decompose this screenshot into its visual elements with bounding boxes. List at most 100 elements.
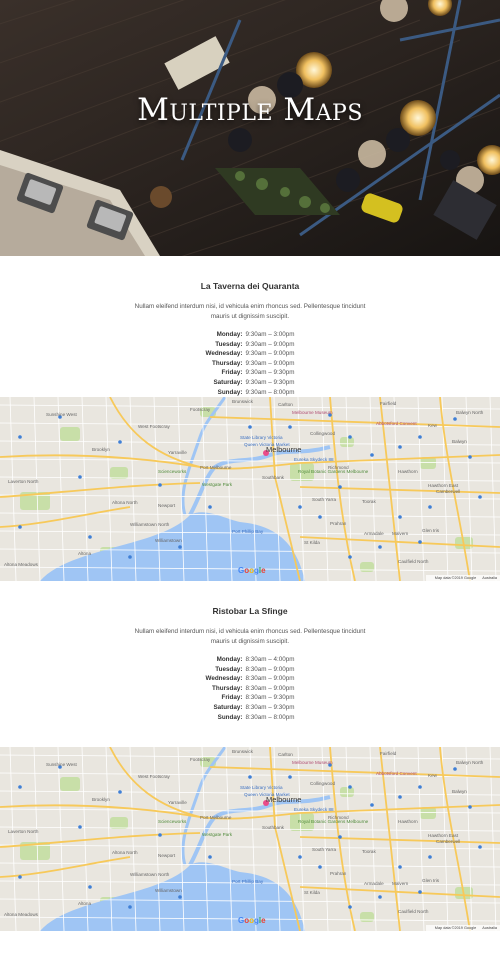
map-place-label[interactable]: State Library Victoria (240, 785, 283, 790)
map-place-label[interactable]: Altona North (112, 500, 138, 505)
map-place-label[interactable]: Brooklyn (92, 447, 110, 452)
map-place-label[interactable]: Glen Iris (422, 528, 439, 533)
map-place-label[interactable]: Altona North (112, 850, 138, 855)
map-place-label[interactable]: Port Phillip Bay (232, 529, 263, 534)
map-place-label[interactable]: Southbank (262, 475, 284, 480)
map-place-label[interactable]: Armadale (364, 531, 384, 536)
map-place-label[interactable]: Melbourne Museum (292, 760, 333, 765)
map-place-label[interactable]: Camberwell (436, 839, 460, 844)
hours-time: 8:30am – 9:00pm (245, 675, 295, 683)
google-map[interactable]: Sunshine West West Footscray Footscray Broo… (0, 747, 500, 931)
map-place-label[interactable]: Melbourne Museum (292, 410, 333, 415)
map-place-label[interactable]: Williamstown North (130, 872, 169, 877)
map-place-label[interactable]: Yarraville (168, 450, 187, 455)
map-place-label[interactable]: Altona (78, 551, 91, 556)
map-city-label[interactable]: Melbourne (266, 445, 301, 454)
map-place-label[interactable]: Altona Meadows (4, 912, 38, 917)
map-place-label[interactable]: Hawthorn (398, 819, 418, 824)
map-place-label[interactable]: Footscray (190, 407, 210, 412)
map-place-label[interactable]: Newport (158, 503, 175, 508)
transit-station-icon (78, 475, 82, 479)
map-tiles[interactable] (0, 397, 500, 581)
map-place-label[interactable]: Eureka Skydeck 88 (294, 807, 334, 812)
map-place-label[interactable]: Richmond (328, 815, 349, 820)
hours-row: Tuesday: 9:30am – 9:00pm (206, 340, 294, 350)
map-place-label[interactable]: Caulfield North (398, 559, 428, 564)
map-place-label[interactable]: Collingwood (310, 781, 335, 786)
map-place-label[interactable]: Collingwood (310, 431, 335, 436)
map-place-label[interactable]: Altona Meadows (4, 562, 38, 567)
map-place-label[interactable]: Balwyn North (456, 410, 483, 415)
transit-station-icon (453, 417, 457, 421)
map-place-label[interactable]: Westgate Park (202, 832, 232, 837)
map-place-label[interactable]: St Kilda (304, 890, 320, 895)
map-place-label[interactable]: Williamstown (155, 538, 182, 543)
map-place-label[interactable]: Williamstown (155, 888, 182, 893)
hours-row: Tuesday: 8:30am – 9:00pm (206, 665, 294, 675)
map-place-label[interactable]: Balwyn (452, 439, 467, 444)
map-place-label[interactable]: Hawthorn (398, 469, 418, 474)
map-place-label[interactable]: Port Phillip Bay (232, 879, 263, 884)
map-place-label[interactable]: Armadale (364, 881, 384, 886)
map-attribution[interactable]: Map data ©2019 Google Australia (425, 575, 500, 581)
map-place-label[interactable]: Malvern (392, 531, 408, 536)
map-place-label[interactable]: Williamstown North (130, 522, 169, 527)
transit-station-icon (398, 865, 402, 869)
map-place-label[interactable]: Kew (428, 423, 437, 428)
map-place-label[interactable]: Newport (158, 853, 175, 858)
map-tiles[interactable] (0, 747, 500, 931)
location-section: Ristobar La Sfinge Nullam eleifend inter… (0, 581, 500, 747)
map-place-label[interactable]: West Footscray (138, 424, 170, 429)
map-place-label[interactable]: Footscray (190, 757, 210, 762)
map-place-label[interactable]: South Yarra (312, 497, 336, 502)
google-map[interactable]: Sunshine West West Footscray Footscray Broo… (0, 397, 500, 581)
map-place-label[interactable]: Fairfield (380, 751, 396, 756)
map-place-label[interactable]: Malvern (392, 881, 408, 886)
map-place-label[interactable]: Brunswick (232, 399, 253, 404)
map-attribution[interactable]: Map data ©2019 Google Australia (425, 925, 500, 931)
map-place-label[interactable]: Port Melbourne (200, 815, 231, 820)
map-place-label[interactable]: St Kilda (304, 540, 320, 545)
map-place-label[interactable]: Sunshine West (46, 412, 77, 417)
map-place-label[interactable]: Hawthorn East (428, 833, 458, 838)
hours-day: Thursday: (212, 684, 243, 692)
map-place-label[interactable]: South Yarra (312, 847, 336, 852)
map-place-label[interactable]: Carlton (278, 752, 293, 757)
transit-station-icon (128, 905, 132, 909)
hero-background-image (0, 0, 500, 256)
map-place-label[interactable]: Scienceworks (158, 819, 186, 824)
map-place-label[interactable]: Toorak (362, 499, 376, 504)
transit-station-icon (398, 795, 402, 799)
map-place-label[interactable]: Abbotsford Convent (376, 771, 417, 776)
map-place-label[interactable]: Hawthorn East (428, 483, 458, 488)
map-city-label[interactable]: Melbourne (266, 795, 301, 804)
map-place-label[interactable]: Balwyn (452, 789, 467, 794)
map-place-label[interactable]: Scienceworks (158, 469, 186, 474)
map-place-label[interactable]: Brooklyn (92, 797, 110, 802)
map-place-label[interactable]: State Library Victoria (240, 435, 283, 440)
map-place-label[interactable]: Prahran (330, 521, 346, 526)
map-place-label[interactable]: Altona (78, 901, 91, 906)
map-place-label[interactable]: Fairfield (380, 401, 396, 406)
map-place-label[interactable]: Balwyn North (456, 760, 483, 765)
map-place-label[interactable]: West Footscray (138, 774, 170, 779)
map-place-label[interactable]: Southbank (262, 825, 284, 830)
map-place-label[interactable]: Sunshine West (46, 762, 77, 767)
map-place-label[interactable]: Laverton North (8, 479, 38, 484)
map-place-label[interactable]: Eureka Skydeck 88 (294, 457, 334, 462)
map-place-label[interactable]: Westgate Park (202, 482, 232, 487)
map-place-label[interactable]: Toorak (362, 849, 376, 854)
map-place-label[interactable]: Carlton (278, 402, 293, 407)
map-place-label[interactable]: Kew (428, 773, 437, 778)
map-place-label[interactable]: Prahran (330, 871, 346, 876)
map-place-label[interactable]: Yarraville (168, 800, 187, 805)
map-place-label[interactable]: Brunswick (232, 749, 253, 754)
map-place-label[interactable]: Laverton North (8, 829, 38, 834)
map-place-label[interactable]: Richmond (328, 465, 349, 470)
map-place-label[interactable]: Camberwell (436, 489, 460, 494)
map-place-label[interactable]: Port Melbourne (200, 465, 231, 470)
map-place-label[interactable]: Glen Iris (422, 878, 439, 883)
map-place-label[interactable]: Caulfield North (398, 909, 428, 914)
transit-station-icon (418, 540, 422, 544)
map-place-label[interactable]: Abbotsford Convent (376, 421, 417, 426)
